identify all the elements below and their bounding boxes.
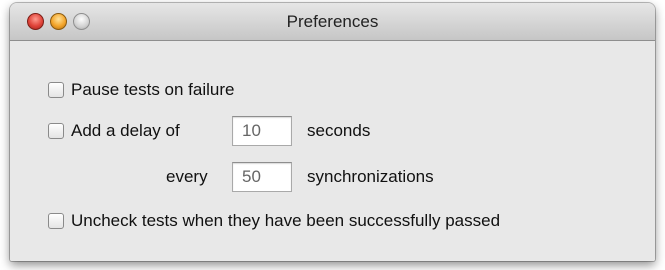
pause-on-failure-row[interactable]: Pause tests on failure xyxy=(48,78,234,102)
add-delay-checkbox[interactable] xyxy=(48,123,64,139)
preferences-content: Pause tests on failure Add a delay of 10… xyxy=(10,41,655,261)
delay-unit-label: seconds xyxy=(307,121,371,140)
uncheck-passed-row[interactable]: Uncheck tests when they have been succes… xyxy=(48,209,500,233)
every-unit-label: synchronizations xyxy=(307,167,434,186)
every-label: every xyxy=(166,167,208,186)
add-delay-row[interactable]: Add a delay of xyxy=(48,119,180,143)
add-delay-label: Add a delay of xyxy=(71,121,180,140)
every-count-field[interactable]: 50 xyxy=(232,162,292,192)
pause-on-failure-label: Pause tests on failure xyxy=(71,80,235,99)
pause-on-failure-checkbox[interactable] xyxy=(48,82,64,98)
uncheck-passed-checkbox[interactable] xyxy=(48,213,64,229)
delay-seconds-field[interactable]: 10 xyxy=(232,116,292,146)
uncheck-passed-label: Uncheck tests when they have been succes… xyxy=(71,211,501,230)
title-bar[interactable]: Preferences xyxy=(10,3,655,41)
window-title: Preferences xyxy=(286,12,379,31)
preferences-window: Preferences Pause tests on failure Add a… xyxy=(10,3,655,261)
